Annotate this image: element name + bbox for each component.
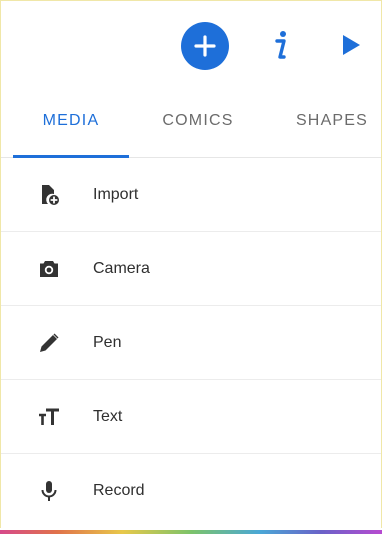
file-import-icon [42, 184, 59, 205]
plus-icon [194, 35, 216, 57]
microphone-icon [41, 481, 57, 501]
menu-item-label: Record [93, 482, 145, 499]
play-icon [343, 35, 360, 55]
menu-item-label: Text [93, 407, 123, 425]
tab-shapes[interactable]: SHAPES [277, 87, 381, 155]
menu-item-pen[interactable]: Pen [1, 306, 381, 380]
top-toolbar [1, 1, 381, 87]
category-tabs: MEDIA COMICS SHAPES [1, 87, 381, 158]
text-size-icon [39, 408, 59, 425]
media-panel: MEDIA COMICS SHAPES Import Camera Pen Te… [0, 0, 382, 528]
camera-icon [40, 260, 58, 277]
media-menu: Import Camera Pen Text Record [1, 158, 381, 528]
tab-comics[interactable]: COMICS [139, 87, 257, 155]
play-button[interactable] [333, 25, 369, 65]
menu-item-text[interactable]: Text [1, 380, 381, 454]
menu-item-label: Pen [93, 333, 122, 351]
info-button[interactable] [265, 25, 295, 65]
menu-item-camera[interactable]: Camera [1, 232, 381, 306]
pen-icon [40, 333, 59, 352]
menu-item-import[interactable]: Import [1, 158, 381, 232]
menu-item-label: Camera [93, 259, 150, 277]
menu-item-label: Import [93, 185, 139, 203]
rainbow-divider [0, 530, 382, 534]
menu-item-record[interactable]: Record [1, 454, 381, 528]
tab-media[interactable]: MEDIA [13, 87, 129, 155]
info-icon [275, 31, 286, 59]
add-button[interactable] [181, 22, 229, 70]
